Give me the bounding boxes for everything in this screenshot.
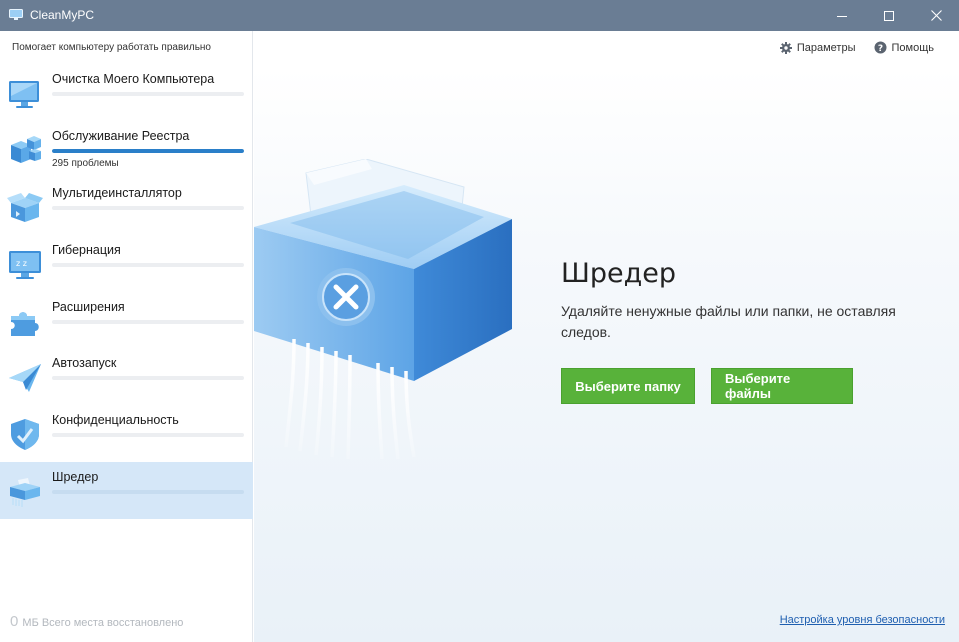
sidebar-item-autorun[interactable]: Автозапуск: [0, 348, 253, 405]
maximize-icon: [884, 10, 894, 21]
top-toolbar: Параметры ? Помощь: [779, 41, 935, 54]
progress-bar: [52, 376, 244, 380]
svg-text:?: ?: [877, 44, 882, 54]
security-level-link[interactable]: Настройка уровня безопасности: [780, 614, 945, 626]
monitor-icon: [9, 81, 39, 108]
window-title: CleanMyPC: [30, 8, 95, 22]
progress-fill: [52, 149, 244, 153]
sidebar: Помогает компьютеру работать правильно О…: [0, 31, 253, 642]
sidebar-item-label: Мультидеинсталлятор: [52, 186, 182, 200]
sidebar-item-label: Очистка Моего Компьютера: [52, 72, 215, 86]
progress-bar: [52, 490, 244, 494]
sidebar-item-hibernation[interactable]: z z Гибернация: [0, 235, 253, 292]
svg-text:z z: z z: [16, 259, 27, 268]
sidebar-item-label: Расширения: [52, 300, 125, 314]
minimize-button[interactable]: [819, 0, 865, 31]
sidebar-item-privacy[interactable]: Конфиденциальность: [0, 405, 253, 462]
sidebar-item-label: Автозапуск: [52, 356, 117, 370]
sidebar-item-cleanup[interactable]: Очистка Моего Компьютера: [0, 64, 253, 121]
sidebar-item-label: Обслуживание Реестра: [52, 129, 190, 143]
uninstall-box-icon: [7, 193, 43, 222]
shredder-icon: [10, 478, 40, 507]
settings-link[interactable]: Параметры: [779, 41, 856, 54]
progress-bar: [52, 263, 244, 267]
sidebar-item-registry[interactable]: Обслуживание Реестра 295 проблемы: [0, 121, 253, 178]
close-button[interactable]: [913, 0, 959, 31]
sidebar-item-extensions[interactable]: Расширения: [0, 292, 253, 349]
tagline: Помогает компьютеру работать правильно: [12, 42, 211, 53]
sidebar-item-label: Гибернация: [52, 243, 121, 257]
settings-label: Параметры: [796, 41, 856, 54]
shield-icon: [11, 419, 39, 450]
progress-bar: [52, 92, 244, 96]
minimize-icon: [837, 15, 847, 17]
page-description: Удаляйте ненужные файлы или папки, не ос…: [561, 303, 896, 340]
title-bar: CleanMyPC: [0, 0, 959, 31]
paper-plane-icon: [9, 364, 41, 392]
action-buttons: Выберите папку Выберите файлы: [561, 368, 853, 404]
sidebar-item-uninstaller[interactable]: Мультидеинсталлятор: [0, 178, 253, 235]
select-files-button[interactable]: Выберите файлы: [711, 368, 853, 404]
main-panel: Параметры ? Помощь Шредер Удаляйте ненуж…: [254, 31, 959, 642]
maximize-button[interactable]: [866, 0, 912, 31]
issues-count: 295 проблемы: [52, 158, 119, 169]
progress-bar: [52, 206, 244, 210]
hibernation-monitor-icon: z z: [9, 251, 41, 279]
select-folder-button[interactable]: Выберите папку: [561, 368, 695, 404]
sidebar-item-shredder[interactable]: Шредер: [0, 462, 253, 519]
feature-description: Шредер Удаляйте ненужные файлы или папки…: [561, 258, 941, 343]
shredder-illustration: [254, 159, 512, 459]
space-recovered: 0 МБ Всего места восстановлено: [10, 613, 183, 630]
puzzle-icon: [11, 312, 39, 336]
progress-bar: [52, 320, 244, 324]
help-icon: ?: [874, 41, 886, 54]
progress-bar: [52, 149, 244, 153]
space-recovered-amount: 0: [10, 613, 19, 630]
help-label: Помощь: [891, 41, 935, 54]
sidebar-item-label: Шредер: [52, 470, 99, 484]
page-title: Шредер: [561, 258, 677, 289]
gear-icon: [779, 41, 792, 54]
close-icon: [930, 10, 942, 21]
progress-bar: [52, 433, 244, 437]
space-recovered-label: МБ Всего места восстановлено: [22, 617, 184, 629]
monitor-icon: [9, 9, 23, 20]
sidebar-item-label: Конфиденциальность: [52, 413, 179, 427]
help-link[interactable]: ? Помощь: [874, 41, 935, 54]
registry-cubes-icon: [11, 136, 41, 163]
